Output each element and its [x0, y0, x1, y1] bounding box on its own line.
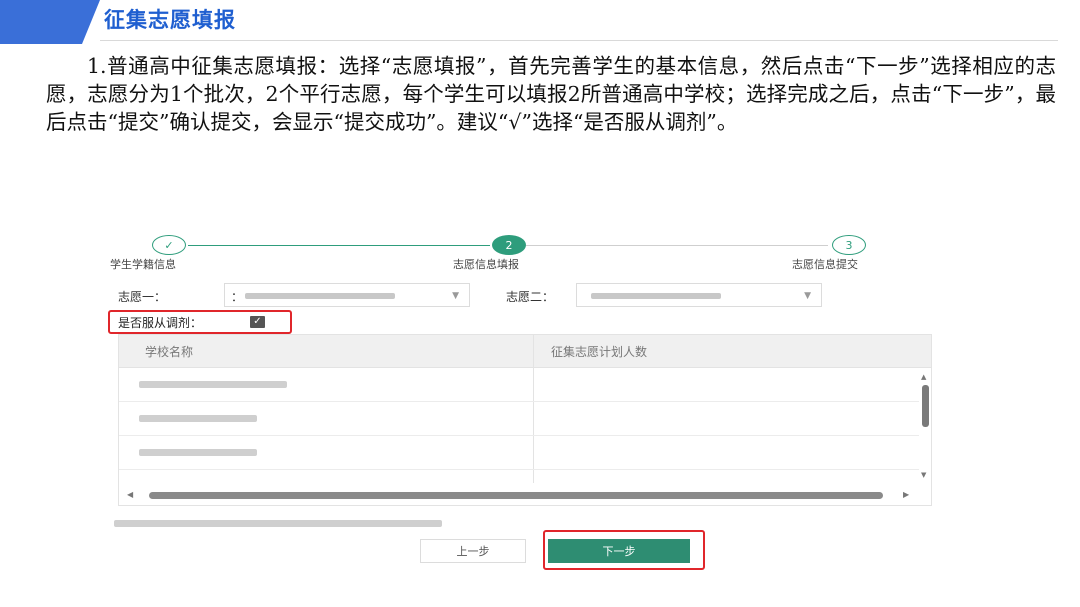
- choice-1-label: 志愿一：: [118, 290, 167, 304]
- step-1-label: 学生学籍信息: [110, 258, 176, 271]
- table-row[interactable]: [119, 401, 919, 436]
- horizontal-scrollbar[interactable]: ◀ ▶: [119, 487, 931, 505]
- step-2-label: 志愿信息填报: [453, 258, 519, 271]
- choice-1-value-redacted: [245, 293, 395, 299]
- scroll-down-icon[interactable]: ▼: [921, 471, 926, 479]
- choice-2-value-redacted: [591, 293, 721, 299]
- choice-2-select[interactable]: ▼: [576, 283, 822, 307]
- table-header: 学校名称 征集志愿计划人数: [119, 335, 931, 368]
- adjust-label: 是否服从调剂：: [118, 316, 203, 330]
- column-header-school-name: 学校名称: [145, 345, 194, 359]
- step-3-label: 志愿信息提交: [792, 258, 858, 271]
- school-name-redacted: [139, 449, 257, 456]
- choice-1-select[interactable]: ： ▼: [224, 283, 470, 307]
- chevron-down-icon: ▼: [804, 291, 811, 301]
- header-accent-tab: [0, 0, 100, 44]
- school-name-redacted: [139, 381, 287, 388]
- application-screenshot: ✓ 学生学籍信息 2 志愿信息填报 3 志愿信息提交 志愿一： ： ▼ 志愿二：…: [108, 226, 938, 586]
- stepper-line-2: [526, 245, 828, 246]
- choice-2-label: 志愿二：: [506, 290, 555, 304]
- stepper-line-1: [188, 245, 490, 246]
- prev-step-button[interactable]: 上一步: [420, 539, 526, 563]
- scroll-left-icon[interactable]: ◀: [127, 490, 133, 499]
- step-3-marker: 3: [832, 235, 866, 255]
- horizontal-scroll-thumb[interactable]: [149, 492, 883, 499]
- section-title: 征集志愿填报: [104, 8, 236, 32]
- school-name-redacted: [139, 415, 257, 422]
- adjust-option-highlight: 是否服从调剂： ✓: [108, 310, 292, 334]
- next-step-button[interactable]: 下一步: [548, 539, 690, 563]
- column-header-plan-count: 征集志愿计划人数: [551, 345, 648, 359]
- table-row[interactable]: [119, 367, 919, 402]
- step-2-marker: 2: [492, 235, 526, 255]
- scroll-up-icon[interactable]: ▲: [921, 373, 926, 381]
- table-row[interactable]: [119, 435, 919, 470]
- chevron-down-icon: ▼: [452, 291, 459, 301]
- scroll-right-icon[interactable]: ▶: [903, 490, 909, 499]
- school-table: 学校名称 征集志愿计划人数 ▲ ▼ ◀ ▶: [118, 334, 932, 506]
- header-divider: [100, 40, 1058, 41]
- step-1-check-icon: ✓: [152, 235, 186, 255]
- vertical-scrollbar[interactable]: ▲ ▼: [920, 373, 930, 495]
- redacted-note: [114, 520, 442, 527]
- vertical-scroll-thumb[interactable]: [922, 385, 929, 427]
- adjust-checkbox[interactable]: ✓: [250, 316, 265, 328]
- instruction-paragraph: 1.普通高中征集志愿填报：选择“志愿填报”，首先完善学生的基本信息，然后点击“下…: [46, 54, 1056, 134]
